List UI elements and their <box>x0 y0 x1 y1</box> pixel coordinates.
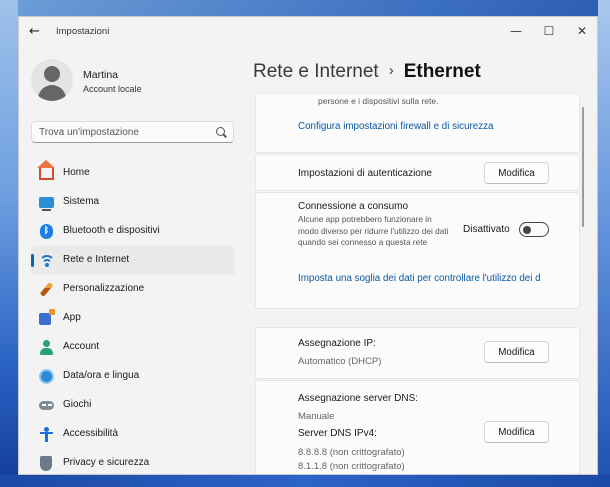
page-title: Ethernet <box>403 61 481 82</box>
app-title: Impostazioni <box>56 26 110 37</box>
bluetooth-icon: ᛒ <box>40 224 53 239</box>
content-scrollbar[interactable] <box>582 107 584 227</box>
home-icon <box>37 160 55 180</box>
sidebar-item-apps[interactable]: App <box>31 304 235 333</box>
dns-assignment-card: Assegnazione server DNS: Manuale Server … <box>255 380 580 474</box>
auth-edit-button[interactable]: Modifica <box>484 162 549 184</box>
data-limit-link[interactable]: Imposta una soglia dei dati per controll… <box>298 273 541 284</box>
sidebar-item-label: Rete e Internet <box>63 254 130 265</box>
sidebar-item-bluetooth[interactable]: ᛒ Bluetooth e dispositivi <box>31 217 235 246</box>
sidebar-item-label: Home <box>63 167 90 178</box>
sidebar-item-label: Accessibilità <box>63 428 119 439</box>
sidebar-item-label: Sistema <box>63 196 100 207</box>
gamepad-icon <box>39 401 54 410</box>
apps-icon <box>39 309 55 325</box>
metered-toggle[interactable] <box>519 222 549 237</box>
ip-assignment-label: Assegnazione IP: <box>298 338 376 349</box>
sidebar-item-label: Data/ora e lingua <box>63 370 140 381</box>
user-name: Martina <box>83 69 119 81</box>
desktop-wallpaper-left <box>0 0 18 487</box>
sidebar-item-home[interactable]: Home <box>31 159 235 188</box>
sidebar-item-label: Personalizzazione <box>63 283 145 294</box>
dns-server-1: 8.8.8.8 (non crittografato) <box>298 447 405 458</box>
shield-icon <box>40 456 52 471</box>
sidebar-item-network[interactable]: Rete e Internet <box>31 246 235 275</box>
sidebar-item-account[interactable]: Account <box>31 333 235 362</box>
accessibility-icon <box>39 427 54 442</box>
sidebar-item-label: Account <box>63 341 100 352</box>
sidebar-item-time-language[interactable]: Data/ora e lingua <box>31 362 235 391</box>
firewall-description: persone e i dispositivi sulla rete. <box>318 96 439 106</box>
auth-settings-label: Impostazioni di autenticazione <box>298 168 432 179</box>
settings-content: persone e i dispositivi sulla rete. Conf… <box>255 95 580 474</box>
search-icon[interactable] <box>216 127 225 136</box>
search-input[interactable] <box>39 125 209 140</box>
minimize-icon[interactable]: — <box>508 23 524 39</box>
sidebar-item-system[interactable]: Sistema <box>31 188 235 217</box>
ip-assignment-card: Assegnazione IP: Automatico (DHCP) Modif… <box>255 327 580 379</box>
search-box[interactable] <box>31 121 234 143</box>
desktop-wallpaper-bottom <box>0 475 610 487</box>
sidebar-item-label: App <box>63 312 81 323</box>
dns-server-2: 8.1.1.8 (non crittografato) <box>298 461 405 472</box>
sidebar-item-label: Giochi <box>63 399 92 410</box>
desktop-wallpaper-right <box>598 0 610 487</box>
avatar <box>31 59 73 101</box>
dns-ipv4-label: Server DNS IPv4: <box>298 428 377 439</box>
time-language-icon <box>39 369 54 384</box>
sidebar-item-label: Privacy e sicurezza <box>63 457 150 468</box>
settings-window: ← Impostazioni — ☐ ✕ Martina Account loc… <box>18 16 598 475</box>
metered-description: Alcune app potrebbero funzionare in modo… <box>298 214 449 247</box>
dns-assignment-label: Assegnazione server DNS: <box>298 393 419 404</box>
breadcrumb-parent[interactable]: Rete e Internet <box>253 61 379 82</box>
metered-connection-label: Connessione a consumo <box>298 201 409 212</box>
metered-card: Connessione a consumo Alcune app potrebb… <box>255 192 580 309</box>
wifi-icon <box>39 253 54 268</box>
account-icon <box>39 340 54 355</box>
breadcrumb: Rete e Internet › Ethernet <box>253 61 481 83</box>
sidebar-item-label: Bluetooth e dispositivi <box>63 225 160 236</box>
close-icon[interactable]: ✕ <box>574 23 590 39</box>
sidebar-item-gaming[interactable]: Giochi <box>31 391 235 420</box>
sidebar-item-personalization[interactable]: Personalizzazione <box>31 275 235 304</box>
account-type: Account locale <box>83 84 142 94</box>
brush-icon <box>39 282 54 297</box>
firewall-card: persone e i dispositivi sulla rete. Conf… <box>255 95 580 153</box>
firewall-settings-link[interactable]: Configura impostazioni firewall e di sic… <box>298 121 493 132</box>
sidebar-item-privacy[interactable]: Privacy e sicurezza <box>31 449 235 474</box>
auth-card: Impostazioni di autenticazione Modifica <box>255 154 580 191</box>
ip-assignment-value: Automatico (DHCP) <box>298 356 382 367</box>
dns-edit-button[interactable]: Modifica <box>484 421 549 443</box>
sidebar-item-accessibility[interactable]: Accessibilità <box>31 420 235 449</box>
sidebar-nav: Home Sistema ᛒ Bluetooth e dispositivi R… <box>31 159 235 474</box>
breadcrumb-separator: › <box>388 62 394 79</box>
title-bar: ← Impostazioni — ☐ ✕ <box>19 17 597 47</box>
back-arrow-icon[interactable]: ← <box>29 25 45 39</box>
ip-edit-button[interactable]: Modifica <box>484 341 549 363</box>
maximize-icon[interactable]: ☐ <box>541 23 557 39</box>
metered-toggle-state: Disattivato <box>463 224 510 235</box>
dns-mode-value: Manuale <box>298 411 335 422</box>
system-icon <box>39 197 54 211</box>
